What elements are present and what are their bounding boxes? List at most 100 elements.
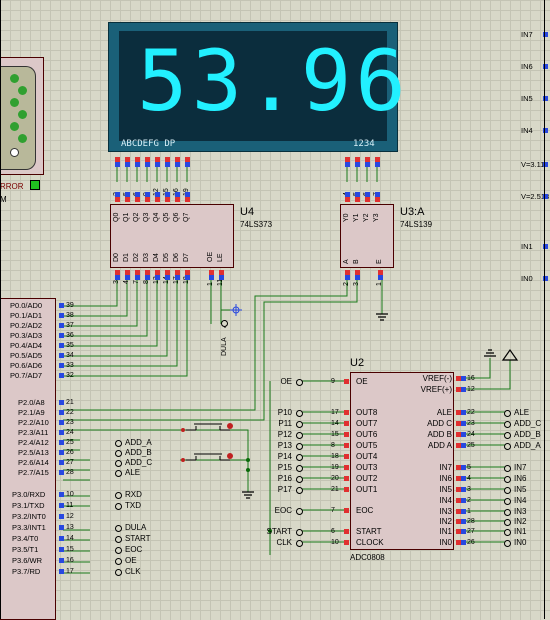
u1-p2-num: 28 (66, 469, 74, 476)
pin-marker (59, 460, 64, 465)
net-terminal[interactable] (504, 476, 511, 483)
net-terminal[interactable] (504, 529, 511, 536)
u2-right-net: ADD_A (514, 441, 541, 450)
pin-marker (344, 443, 349, 448)
u1-p3-num: 17 (66, 568, 74, 575)
u2-right-net: IN2 (514, 517, 527, 526)
net-terminal[interactable] (115, 536, 122, 543)
u3-bot-pin-num: 1 (376, 282, 383, 286)
net-terminal[interactable] (504, 421, 511, 428)
net-terminal[interactable] (115, 558, 122, 565)
digit-labels: 1234 (353, 139, 375, 149)
u2-left-pin: OUT7 (356, 419, 378, 428)
net-terminal[interactable] (115, 450, 122, 457)
pin-marker (344, 421, 349, 426)
net-terminal[interactable] (296, 410, 303, 417)
dula-terminal[interactable] (221, 320, 228, 327)
net-terminal[interactable] (296, 454, 303, 461)
u1-p3-num: 16 (66, 557, 74, 564)
net-terminal[interactable] (296, 379, 303, 386)
pin-marker (59, 353, 64, 358)
net-terminal[interactable] (504, 443, 511, 450)
u2-left-net: P14 (277, 452, 292, 461)
net-terminal[interactable] (296, 487, 303, 494)
pin-marker (59, 313, 64, 318)
u1-p0-num: 36 (66, 332, 74, 339)
pin-marker (185, 275, 190, 280)
net-terminal[interactable] (296, 476, 303, 483)
u1-p0-num: 38 (66, 312, 74, 319)
net-terminal[interactable] (504, 410, 511, 417)
u3-y-pin: Y2 (363, 213, 370, 222)
seven-segment-display[interactable]: 53.96 ABCDEFG DP 1234 (108, 22, 406, 152)
u2-left-pin: OUT1 (356, 485, 378, 494)
status-square (30, 180, 40, 190)
net-terminal[interactable] (115, 440, 122, 447)
net-terminal[interactable] (504, 509, 511, 516)
u1-p0-num: 39 (66, 302, 74, 309)
pin-marker (461, 387, 466, 392)
net-terminal[interactable] (296, 432, 303, 439)
pin-marker (59, 558, 64, 563)
net-terminal[interactable] (115, 460, 122, 467)
u2-right-net: IN7 (514, 463, 527, 472)
pin-marker (344, 379, 349, 384)
net-terminal[interactable] (115, 525, 122, 532)
u4-d-pin: D4 (153, 253, 160, 262)
pin-marker (375, 192, 380, 197)
u2-left-pin: OUT4 (356, 452, 378, 461)
u1-p3-num: 15 (66, 546, 74, 553)
net-terminal[interactable] (504, 519, 511, 526)
net-terminal[interactable] (115, 503, 122, 510)
pin-marker (344, 540, 349, 545)
u1-p3-pin: P3.2/INT0 (12, 512, 46, 521)
pin-marker (461, 410, 466, 415)
p2-net-label: ADD_C (125, 458, 153, 467)
u1-p2-num: 24 (66, 429, 74, 436)
u3-in-pin: A (343, 259, 350, 264)
u2-right-pin: IN5 (439, 485, 452, 494)
net-terminal[interactable] (115, 569, 122, 576)
pin-marker (155, 197, 160, 202)
u1-p3-pin: P3.3/INT1 (12, 523, 46, 532)
pin-marker (165, 275, 170, 280)
u2-right-pin: IN4 (439, 496, 452, 505)
u2-right-pin: VREF(+) (420, 385, 452, 394)
net-terminal[interactable] (296, 421, 303, 428)
net-terminal[interactable] (296, 529, 303, 536)
pin-marker (365, 197, 370, 202)
net-terminal[interactable] (504, 540, 511, 547)
u2-left-pin: OUT2 (356, 474, 378, 483)
pin-marker (135, 162, 140, 167)
net-terminal[interactable] (504, 487, 511, 494)
u2-ref: U2 (350, 357, 365, 369)
pin-marker (59, 343, 64, 348)
net-terminal[interactable] (115, 470, 122, 477)
pin-marker (59, 323, 64, 328)
net-terminal[interactable] (115, 547, 122, 554)
u1-p2-pin: P2.4/A12 (18, 438, 49, 447)
pin-marker (145, 192, 150, 197)
net-terminal[interactable] (504, 432, 511, 439)
pin-marker (219, 275, 224, 280)
u1-p3-num: 12 (66, 513, 74, 520)
pin-marker (135, 197, 140, 202)
net-terminal[interactable] (504, 465, 511, 472)
net-terminal[interactable] (504, 498, 511, 505)
u1-p0-num: 33 (66, 362, 74, 369)
u3-y-pin: Y1 (353, 213, 360, 222)
serial-connector[interactable]: RROR (0, 57, 44, 191)
u2-type: ADC0808 (350, 553, 385, 562)
connector-pin (10, 74, 19, 83)
segment-labels: ABCDEFG DP (121, 139, 176, 149)
pin-marker (59, 525, 64, 530)
u2-right-num: 23 (467, 420, 475, 427)
net-terminal[interactable] (296, 443, 303, 450)
net-terminal[interactable] (115, 492, 122, 499)
pin-marker (461, 376, 466, 381)
net-terminal[interactable] (296, 508, 303, 515)
u2-right-pin: VREF(-) (422, 374, 452, 383)
net-terminal[interactable] (296, 465, 303, 472)
pin-marker (59, 503, 64, 508)
net-terminal[interactable] (296, 540, 303, 547)
